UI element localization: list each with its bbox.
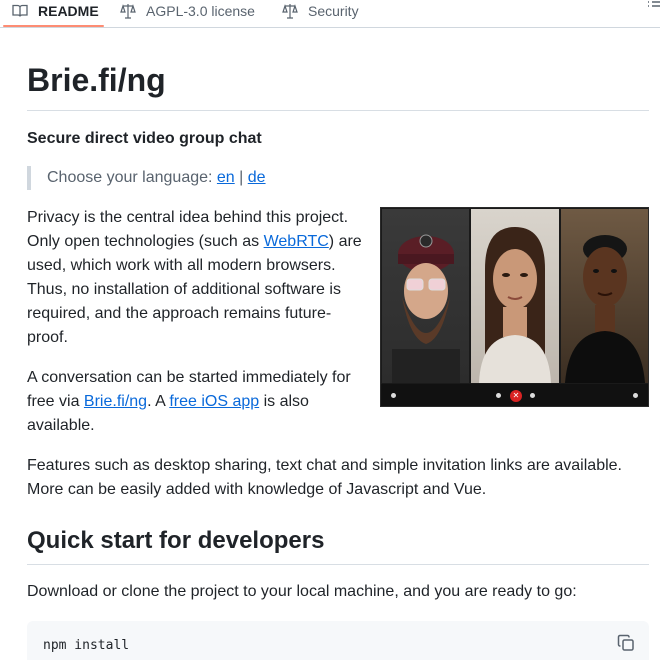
heading-divider [27,564,649,565]
language-prefix: Choose your language: [47,169,217,186]
microphone-icon [530,393,535,398]
language-blockquote: Choose your language: en | de [27,166,266,190]
quick-start-heading: Quick start for developers [27,527,325,554]
language-separator: | [234,169,248,186]
tab-license-label: AGPL-3.0 license [146,3,255,19]
briefing-link[interactable]: Brie.fi/ng [84,393,147,410]
scale-icon [282,3,298,19]
power-icon [633,393,638,398]
webrtc-link[interactable]: WebRTC [264,233,329,250]
readme-title: Brie.fi/ng [27,62,166,98]
hangup-icon: ✕ [510,390,522,402]
readme-subtitle: Secure direct video group chat [27,130,262,147]
code-text: npm install [43,638,130,653]
copy-icon[interactable] [617,634,635,652]
app-paragraph: A conversation can be started immediatel… [27,366,367,438]
repo-tab-bar: README AGPL-3.0 license Security [0,0,660,28]
participant-tile [471,209,559,383]
participant-tile [561,209,648,383]
language-link-en[interactable]: en [217,169,235,186]
ios-app-link[interactable]: free iOS app [169,393,259,410]
code-block: npm install [27,621,649,660]
video-call-screenshot: ✕ [380,207,649,407]
tab-readme-label: README [38,3,99,19]
active-tab-indicator [3,25,104,27]
title-divider [27,110,649,111]
quick-start-paragraph: Download or clone the project to your lo… [27,583,577,600]
book-icon [12,3,28,19]
call-controls: ✕ [381,384,648,406]
participant-tile [382,209,469,383]
intro-paragraph: Privacy is the central idea behind this … [27,206,367,350]
outline-list-icon[interactable] [646,0,660,14]
tab-security-label: Security [308,3,359,19]
tab-license[interactable]: AGPL-3.0 license [120,0,255,28]
scale-icon [120,3,136,19]
features-paragraph: Features such as desktop sharing, text c… [27,457,622,498]
language-link-de[interactable]: de [248,169,266,186]
app-text-middle: . A [147,393,170,410]
settings-icon [391,393,396,398]
tab-security[interactable]: Security [282,0,359,28]
camera-icon [496,393,501,398]
tab-readme[interactable]: README [12,0,99,28]
